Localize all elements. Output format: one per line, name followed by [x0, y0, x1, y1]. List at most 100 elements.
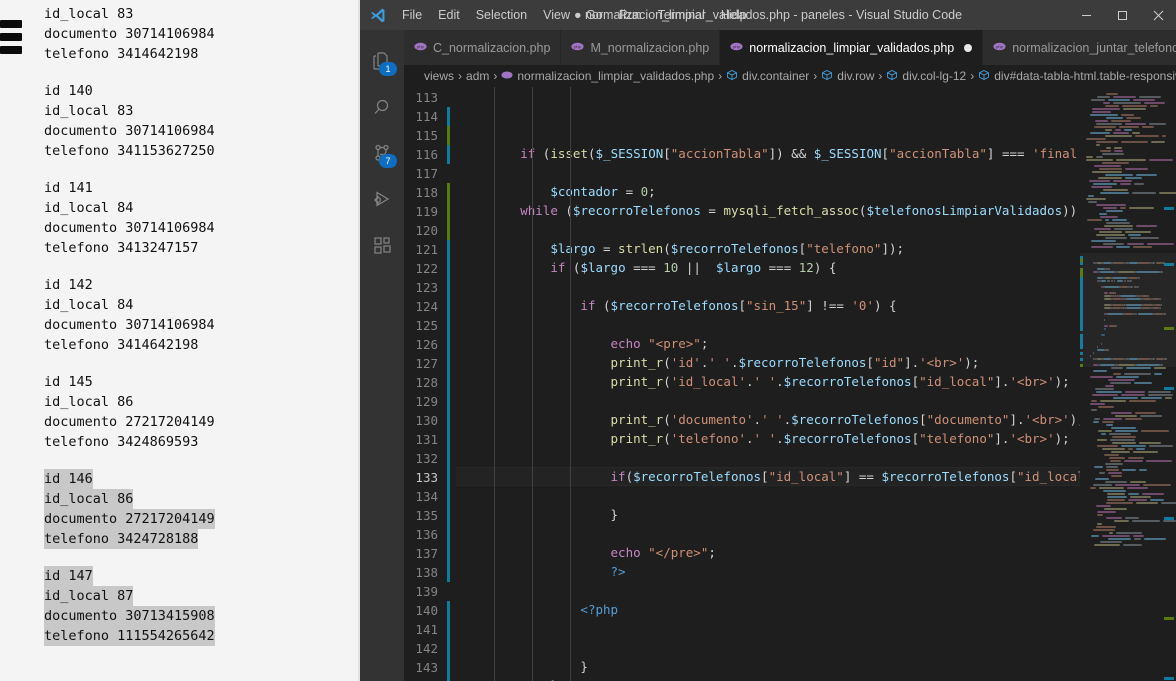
code-line[interactable]	[456, 581, 1080, 600]
git-change-marker	[447, 354, 450, 373]
minimap-token	[1110, 382, 1131, 384]
editor-tabs[interactable]: php C_normalizacion.php php M_normalizacion…	[404, 30, 1176, 65]
code-line[interactable]	[456, 125, 1080, 144]
menu-go[interactable]: Go	[578, 5, 611, 25]
minimap-token	[1098, 406, 1114, 408]
line-number: 124	[404, 297, 456, 316]
menu-terminal[interactable]: Terminal	[650, 5, 713, 25]
menu-hamburger-icon[interactable]	[0, 20, 22, 54]
minimap-token	[1128, 207, 1154, 209]
minimap-token	[1090, 487, 1097, 489]
code-line[interactable]	[456, 315, 1080, 334]
code-line[interactable]: }	[456, 505, 1080, 524]
code-line[interactable]	[456, 486, 1080, 505]
symbol-cube-icon	[726, 69, 738, 84]
code-line[interactable]	[456, 638, 1080, 657]
minimap-token	[1108, 472, 1122, 474]
minimap-token	[1098, 430, 1112, 432]
code-line[interactable]: }	[456, 676, 1080, 681]
code-line[interactable]: print_r('documento'.' '.$recorroTelefono…	[456, 410, 1080, 429]
activity-search[interactable]	[360, 84, 404, 130]
minimize-button[interactable]	[1068, 0, 1104, 30]
minimap-token	[1114, 484, 1141, 486]
code-line[interactable]: }	[456, 657, 1080, 676]
menu-view[interactable]: View	[535, 5, 578, 25]
editor-tab[interactable]: php normalizacion_limpiar_validados.php	[720, 30, 984, 65]
menu-file[interactable]: File	[394, 5, 430, 25]
output-line: id 141	[44, 180, 93, 196]
minimap-token	[1111, 427, 1136, 429]
overview-ruler[interactable]	[1162, 87, 1176, 681]
menu-edit[interactable]: Edit	[430, 5, 468, 25]
line-number: 114	[404, 107, 456, 126]
minimap-token	[1107, 99, 1130, 101]
code-line[interactable]	[456, 277, 1080, 296]
minimap[interactable]	[1080, 87, 1176, 681]
activity-source-control[interactable]: 7	[360, 130, 404, 176]
code-line[interactable]: if($recorroTelefonos["id_local"] == $rec…	[456, 467, 1080, 486]
minimap-token	[1138, 442, 1161, 444]
minimap-token	[1120, 207, 1126, 209]
breadcrumb[interactable]: views › adm › normalizacion_limpiar_validado…	[404, 65, 1176, 87]
minimap-token	[1154, 367, 1166, 369]
editor-tab[interactable]: php M_normalizacion.php	[561, 30, 721, 65]
minimap-token	[1096, 141, 1118, 143]
activity-explorer[interactable]: 1	[360, 38, 404, 84]
git-change-marker	[447, 240, 450, 259]
output-record: id 147 id_local 87 documento 30713415908 te…	[44, 566, 344, 646]
code-line[interactable]	[456, 106, 1080, 125]
output-line: id_local 86	[44, 394, 134, 410]
code-line[interactable]: ?>	[456, 562, 1080, 581]
breadcrumb-item[interactable]: div.row	[821, 69, 874, 84]
code-line[interactable]	[456, 619, 1080, 638]
breadcrumb-item[interactable]: div.col-lg-12	[886, 69, 966, 84]
menu-help[interactable]: Help	[713, 5, 755, 25]
close-button[interactable]	[1140, 0, 1176, 30]
code-line[interactable]: echo "<pre>";	[456, 334, 1080, 353]
git-change-marker	[447, 259, 450, 278]
breadcrumb-item[interactable]: normalizacion_limpiar_validados.php	[501, 69, 714, 84]
code-line[interactable]: <?php	[456, 600, 1080, 619]
code-line[interactable]	[456, 448, 1080, 467]
code-line[interactable]: if ($largo === 10 || $largo === 12) {	[456, 258, 1080, 277]
minimap-token	[1095, 156, 1104, 158]
breadcrumb-item[interactable]: div.container	[726, 69, 809, 84]
code-line[interactable]	[456, 87, 1080, 106]
breadcrumb-item[interactable]: views	[424, 69, 454, 83]
code-line[interactable]: echo "</pre>";	[456, 543, 1080, 562]
maximize-button[interactable]	[1104, 0, 1140, 30]
minimap-token	[1088, 195, 1095, 197]
code-editor[interactable]: 113 114 115 116 117 118 119 120 121 122 123 124 125 1…	[404, 87, 1176, 681]
code-line[interactable]: print_r('id_local'.' '.$recorroTelefonos…	[456, 372, 1080, 391]
code-line[interactable]: if ($recorroTelefonos["sin_15"] !== '0')…	[456, 296, 1080, 315]
editor-tab[interactable]: php normalizacion_juntar_telefonos	[983, 30, 1176, 65]
code-line[interactable]	[456, 220, 1080, 239]
breadcrumb-item[interactable]: adm	[466, 69, 489, 83]
minimap-token	[1111, 451, 1131, 453]
editor-tab[interactable]: php C_normalizacion.php	[404, 30, 562, 65]
output-record: id 141 id_local 84 documento 30714106984 te…	[44, 178, 344, 258]
breadcrumb-item[interactable]: div#data-tabla-html.table-responsive	[978, 69, 1176, 84]
menubar[interactable]: File Edit Selection View Go Run Terminal Help	[394, 5, 755, 25]
activity-extensions[interactable]	[360, 222, 404, 268]
menu-selection[interactable]: Selection	[468, 5, 535, 25]
code-line[interactable]: if (isset($_SESSION["accionTabla"]) && $…	[456, 144, 1080, 163]
code-lines[interactable]: if (isset($_SESSION["accionTabla"]) && $…	[456, 87, 1080, 681]
minimap-slider[interactable]	[1080, 253, 1176, 367]
minimap-token	[1108, 379, 1135, 381]
minimap-token	[1100, 541, 1123, 543]
code-line[interactable]: $contador = 0;	[456, 182, 1080, 201]
code-line[interactable]	[456, 391, 1080, 410]
code-line[interactable]: $largo = strlen($recorroTelefonos["telef…	[456, 239, 1080, 258]
code-line[interactable]: print_r('id'.' '.$recorroTelefonos["id"]…	[456, 353, 1080, 372]
code-line[interactable]	[456, 163, 1080, 182]
minimap-token	[1119, 183, 1132, 185]
activity-run-debug[interactable]	[360, 176, 404, 222]
code-line[interactable]	[456, 524, 1080, 543]
output-line: id_local 86	[44, 489, 134, 509]
code-line[interactable]: while ($recorroTelefonos = mysqli_fetch_…	[456, 201, 1080, 220]
minimap-token	[1100, 216, 1119, 218]
code-line[interactable]: print_r('telefono'.' '.$recorroTelefonos…	[456, 429, 1080, 448]
minimap-token	[1099, 213, 1108, 215]
menu-run[interactable]: Run	[611, 5, 650, 25]
